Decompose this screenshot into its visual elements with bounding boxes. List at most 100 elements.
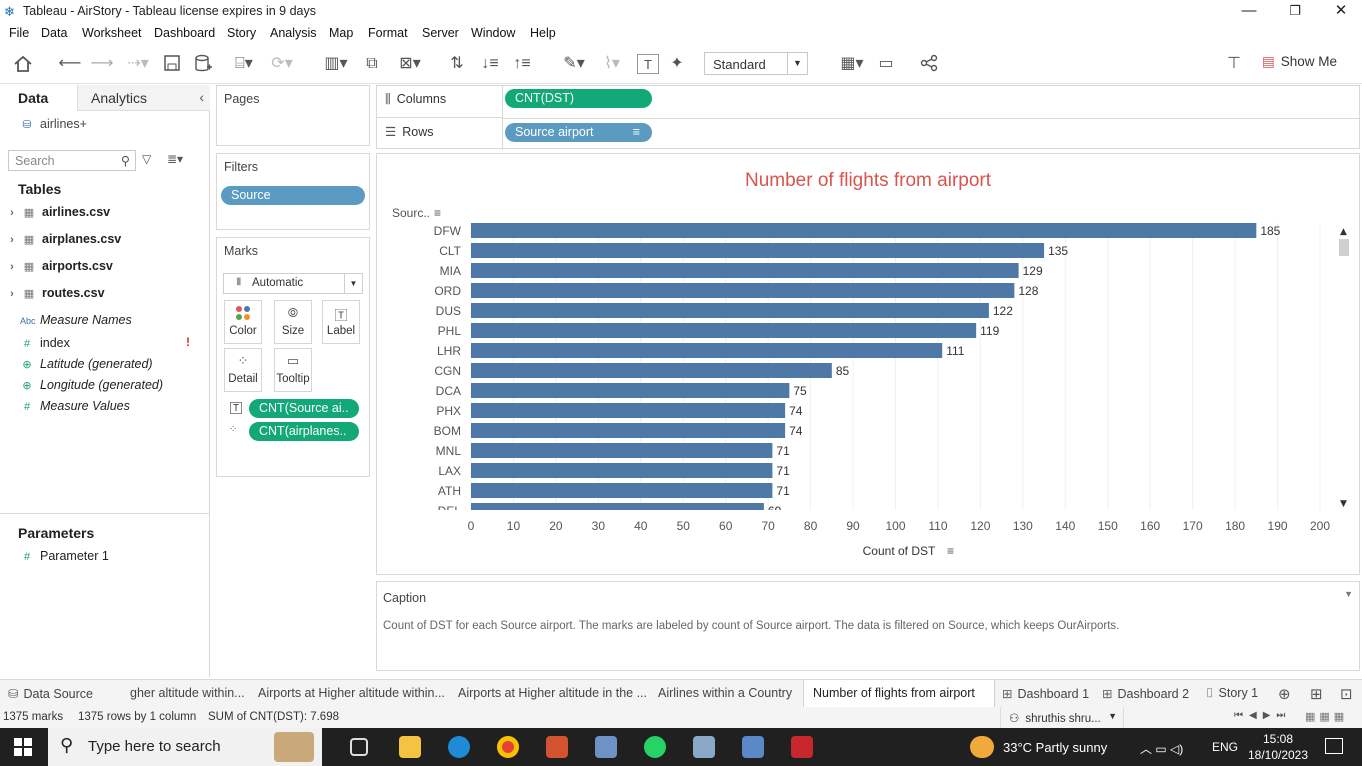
- edge-icon[interactable]: [448, 736, 470, 758]
- filters-card[interactable]: Filters Source: [216, 153, 370, 230]
- new-worksheet-icon[interactable]: ⊕: [1278, 685, 1291, 703]
- tab-sheet-active[interactable]: Number of flights from airport: [803, 680, 995, 708]
- category-label[interactable]: MIA: [440, 264, 461, 278]
- bar[interactable]: [471, 283, 1015, 298]
- scroll-up-icon[interactable]: ▲: [1340, 227, 1347, 237]
- menu-help[interactable]: Help: [530, 26, 556, 40]
- tooltip-button[interactable]: ▭ Tooltip: [274, 348, 312, 392]
- clock-date[interactable]: 18/10/2023: [1245, 748, 1311, 762]
- table-item[interactable]: › ▦ airplanes.csv: [8, 232, 121, 252]
- bar[interactable]: [471, 383, 790, 398]
- field-index[interactable]: # index: [20, 336, 70, 356]
- detail-button[interactable]: ⁘ Detail: [224, 348, 262, 392]
- paint-icon[interactable]: [693, 736, 715, 758]
- tableau-icon[interactable]: [595, 736, 617, 758]
- table-item[interactable]: › ▦ airports.csv: [8, 259, 113, 279]
- tab-analytics[interactable]: Analytics ‹: [77, 85, 210, 111]
- new-dashboard-icon[interactable]: ⊞: [1310, 685, 1323, 703]
- menu-window[interactable]: Window: [471, 26, 515, 40]
- menu-analysis[interactable]: Analysis: [270, 26, 317, 40]
- new-story-icon[interactable]: ⊡: [1340, 685, 1353, 703]
- category-label[interactable]: DFW: [434, 224, 462, 238]
- filter-icon[interactable]: ▽: [142, 152, 151, 166]
- marks-pill-detail[interactable]: CNT(airplanes..: [249, 422, 359, 441]
- label-button[interactable]: 🅃 Label: [322, 300, 360, 344]
- show-me-button[interactable]: ▤ Show Me: [1262, 54, 1337, 70]
- filter-pill-source[interactable]: Source: [221, 186, 365, 205]
- category-label[interactable]: ORD: [434, 284, 461, 298]
- scrollbar-thumb[interactable]: [1339, 239, 1349, 256]
- bar[interactable]: [471, 403, 786, 418]
- category-label[interactable]: PHX: [436, 404, 461, 418]
- replay-icon[interactable]: ⇢▾: [120, 54, 156, 74]
- undo-icon[interactable]: ⟵: [58, 54, 82, 74]
- x-axis-title[interactable]: Count of DST: [863, 544, 936, 558]
- weather-text[interactable]: 33°C Partly sunny: [1003, 740, 1107, 755]
- bar[interactable]: [471, 243, 1045, 258]
- category-label[interactable]: LHR: [437, 344, 461, 358]
- home-icon[interactable]: [12, 54, 36, 74]
- bar[interactable]: [471, 463, 773, 478]
- menu-data[interactable]: Data: [41, 26, 67, 40]
- category-label[interactable]: DEL: [438, 504, 462, 518]
- scrollbar[interactable]: [1338, 222, 1350, 512]
- minimize-icon[interactable]: —: [1226, 0, 1272, 22]
- datasource-item[interactable]: ⛁ airlines+: [20, 117, 87, 137]
- restore-icon[interactable]: ❐: [1272, 0, 1318, 22]
- new-datasource-icon[interactable]: [194, 54, 216, 74]
- show-cards-icon[interactable]: ▦▾: [834, 54, 870, 74]
- save-icon[interactable]: [163, 54, 185, 74]
- category-label[interactable]: DUS: [436, 304, 461, 318]
- pause-updates-icon[interactable]: ⌸▾: [226, 54, 262, 74]
- swap-rows-columns-icon[interactable]: ⇅: [445, 54, 469, 74]
- new-worksheet-icon[interactable]: ▥▾: [318, 54, 354, 74]
- menu-map[interactable]: Map: [329, 26, 353, 40]
- bar[interactable]: [471, 503, 764, 518]
- category-label[interactable]: BOM: [434, 424, 461, 438]
- chevron-down-icon[interactable]: ▼: [1344, 589, 1353, 599]
- show-mark-labels-icon[interactable]: T: [637, 54, 659, 74]
- tab-data[interactable]: Data: [0, 85, 77, 111]
- tab-sheet[interactable]: gher altitude within...: [130, 680, 248, 708]
- menu-server[interactable]: Server: [422, 26, 459, 40]
- menu-worksheet[interactable]: Worksheet: [82, 26, 142, 40]
- clock-time[interactable]: 15:08: [1250, 732, 1306, 746]
- category-label[interactable]: CGN: [434, 364, 461, 378]
- bar[interactable]: [471, 483, 773, 498]
- user-menu[interactable]: ⚇ shruthis shru... ▼: [1000, 707, 1124, 728]
- chrome-icon[interactable]: [497, 736, 519, 758]
- field-measure-names[interactable]: Abc Measure Names: [20, 313, 132, 333]
- presentation-mode-icon[interactable]: ▭: [874, 54, 898, 74]
- sort-icon[interactable]: ≡: [434, 206, 441, 220]
- duplicate-sheet-icon[interactable]: ⧉: [360, 54, 384, 74]
- row-header[interactable]: Sourc..: [392, 206, 430, 220]
- columns-pill[interactable]: CNT(DST): [505, 89, 652, 108]
- bar[interactable]: [471, 223, 1257, 238]
- file-explorer-icon[interactable]: [399, 736, 421, 758]
- field-longitude[interactable]: ⊕ Longitude (generated): [20, 378, 163, 398]
- category-label[interactable]: CLT: [439, 244, 461, 258]
- mark-type-dropdown[interactable]: ▮ Automatic ▼: [223, 273, 363, 294]
- columns-shelf[interactable]: ⫼ Columns: [377, 86, 503, 118]
- redo-icon[interactable]: ⟶: [90, 54, 114, 74]
- format-workbook-icon[interactable]: ⊤: [1222, 54, 1246, 74]
- category-label[interactable]: DCA: [436, 384, 461, 398]
- windows-start-icon[interactable]: [14, 738, 32, 759]
- group-members-icon[interactable]: ⌇▾: [594, 54, 630, 74]
- menu-file[interactable]: File: [9, 26, 29, 40]
- category-label[interactable]: MNL: [436, 444, 462, 458]
- rows-shelf[interactable]: ☰ Rows: [377, 118, 503, 150]
- close-icon[interactable]: ✕: [1318, 0, 1362, 22]
- bar[interactable]: [471, 263, 1019, 278]
- pages-card[interactable]: Pages: [216, 85, 370, 146]
- collapse-pane-icon[interactable]: ‹: [199, 89, 204, 105]
- pdf-icon[interactable]: [791, 736, 813, 758]
- sort-ascending-icon[interactable]: ↓≡: [478, 54, 502, 74]
- tab-sheet[interactable]: Airports at Higher altitude in the ...: [458, 680, 648, 708]
- notepad-icon[interactable]: [742, 736, 764, 758]
- bar[interactable]: [471, 323, 977, 338]
- search-input[interactable]: Search ⚲: [8, 150, 136, 171]
- parameter-item[interactable]: # Parameter 1: [20, 549, 109, 569]
- sort-icon[interactable]: ≡: [947, 544, 954, 558]
- task-view-icon[interactable]: [350, 738, 368, 756]
